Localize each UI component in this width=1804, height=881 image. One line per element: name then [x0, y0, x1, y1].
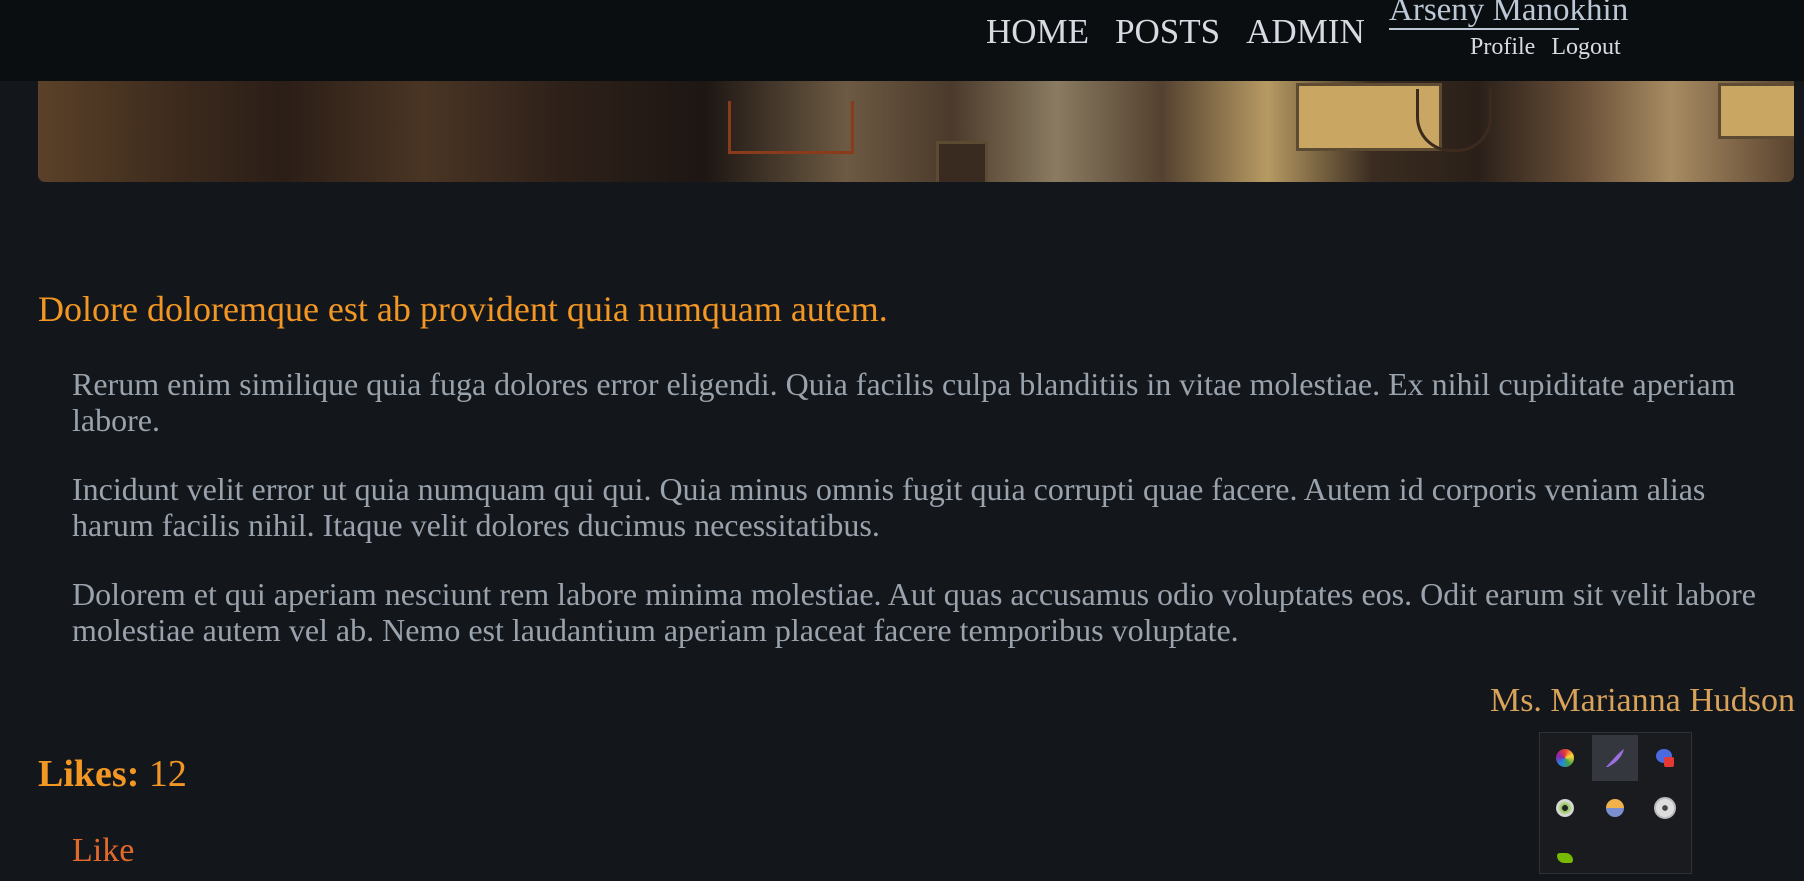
banner-staircase — [1416, 89, 1492, 152]
half-circle-icon[interactable] — [1592, 785, 1638, 831]
banner-window — [1718, 83, 1794, 139]
likes-count: 12 — [148, 753, 187, 795]
logout-link[interactable]: Logout — [1551, 34, 1620, 61]
half-circle-icon-glyph — [1606, 799, 1624, 817]
profile-link[interactable]: Profile — [1470, 34, 1535, 61]
nav-home-link[interactable]: HOME — [986, 10, 1089, 54]
nav-admin-link[interactable]: ADMIN — [1246, 10, 1365, 54]
shield-app-icon[interactable] — [1642, 735, 1688, 781]
feather-pen-icon-glyph — [1606, 749, 1624, 767]
likes-counter: Likes: 12 — [38, 751, 187, 797]
disc-icon[interactable] — [1542, 785, 1588, 831]
article-paragraph: Rerum enim similique quia fuga dolores e… — [72, 366, 1736, 438]
banner-fire-escape — [728, 101, 854, 154]
system-tray-popup — [1539, 732, 1692, 874]
color-wheel-icon-glyph — [1556, 749, 1574, 767]
user-menu: Arseny Manokhin Profile Logout — [1389, 0, 1649, 60]
article-paragraph: Dolorem et qui aperiam nesciunt rem labo… — [72, 576, 1756, 648]
film-reel-icon[interactable] — [1642, 785, 1688, 831]
article-author: Ms. Marianna Hudson — [1489, 682, 1795, 719]
banner-door — [936, 141, 988, 182]
disc-icon-glyph — [1556, 799, 1574, 817]
article-title: Dolore doloremque est ab provident quia … — [38, 289, 888, 329]
color-wheel-icon[interactable] — [1542, 735, 1588, 781]
nvidia-icon[interactable] — [1542, 835, 1588, 881]
article-paragraph: Incidunt velit error ut quia numquam qui… — [72, 471, 1706, 543]
likes-label: Likes: — [38, 753, 140, 795]
shield-app-icon-glyph — [1654, 747, 1676, 769]
article-body: Rerum enim similique quia fuga dolores e… — [72, 366, 1794, 681]
feather-pen-icon[interactable] — [1592, 735, 1638, 781]
user-name-underline — [1389, 28, 1579, 30]
film-reel-icon-glyph — [1654, 797, 1676, 819]
user-name-link[interactable]: Arseny Manokhin — [1389, 0, 1628, 28]
like-button[interactable]: Like — [72, 828, 134, 874]
top-navigation-bar: HOME POSTS ADMIN Arseny Manokhin Profile… — [0, 0, 1804, 81]
header-banner-image — [38, 81, 1794, 182]
main-nav: HOME POSTS ADMIN — [986, 10, 1365, 54]
nav-posts-link[interactable]: POSTS — [1115, 10, 1220, 54]
nvidia-icon-glyph — [1557, 853, 1573, 863]
user-links: Profile Logout — [1470, 34, 1621, 61]
